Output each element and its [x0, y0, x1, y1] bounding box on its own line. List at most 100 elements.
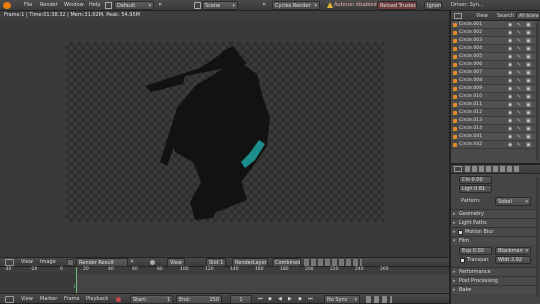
motion-blur-checkbox[interactable] [458, 230, 463, 235]
properties-tab-icons[interactable] [465, 166, 521, 172]
image-close-icon[interactable]: ✕ [130, 258, 134, 266]
render-camera-icon[interactable]: ▣ [526, 38, 531, 44]
menu-marker[interactable]: Marker [40, 295, 57, 303]
render-camera-icon[interactable]: ▣ [526, 102, 531, 108]
list-item[interactable]: Circle.004 ◉ ↖ ▣ [451, 45, 536, 53]
panel-film[interactable]: Film [451, 236, 539, 245]
film-filter-dropdown[interactable]: Blackman [495, 247, 531, 255]
list-item[interactable]: Circle.010 ◉ ↖ ▣ [451, 93, 536, 101]
menu-render[interactable]: Render [40, 1, 58, 9]
list-item[interactable]: Circle.006 ◉ ↖ ▣ [451, 61, 536, 69]
visibility-eye-icon[interactable]: ◉ [508, 54, 512, 60]
scene-icon[interactable] [194, 2, 201, 9]
render-camera-icon[interactable]: ▣ [526, 62, 531, 68]
clamp-indirect-field[interactable]: Ligh 0.81 [459, 185, 492, 193]
record-icon[interactable] [116, 297, 121, 302]
play-reverse-icon[interactable]: ◀ [278, 295, 282, 303]
keying-icons[interactable] [366, 296, 392, 303]
film-exposure-field[interactable]: Exp 0.02 [459, 247, 492, 255]
play-icon[interactable]: ▶ [288, 295, 292, 303]
timeline-ruler[interactable]: -40 -20 0 20 40 60 80 100 120 140 160 18… [0, 267, 449, 274]
select-arrow-icon[interactable]: ↖ [517, 134, 521, 140]
jump-start-icon[interactable]: ⏮ [258, 295, 263, 303]
visibility-eye-icon[interactable]: ◉ [508, 62, 512, 68]
outliner-editor-icon[interactable] [454, 13, 462, 19]
pattern-dropdown[interactable]: Sobol [495, 197, 531, 206]
prev-keyframe-icon[interactable]: ◆ [268, 295, 272, 303]
menu-image[interactable]: Image [40, 258, 56, 266]
render-camera-icon[interactable]: ▣ [526, 30, 531, 36]
list-item[interactable]: Circle.003 ◉ ↖ ▣ [451, 37, 536, 45]
visibility-eye-icon[interactable]: ◉ [508, 70, 512, 76]
list-item[interactable]: Circle.011 ◉ ↖ ▣ [451, 101, 536, 109]
visibility-eye-icon[interactable]: ◉ [508, 134, 512, 140]
visibility-eye-icon[interactable]: ◉ [508, 30, 512, 36]
panel-motion-blur[interactable]: Motion Blur [451, 227, 539, 236]
visibility-eye-icon[interactable]: ◉ [508, 126, 512, 132]
end-frame-field[interactable]: End: 250 [176, 295, 222, 304]
menu-file[interactable]: File [24, 1, 32, 9]
list-item[interactable]: Circle.009 ◉ ↖ ▣ [451, 85, 536, 93]
list-item[interactable]: Circle.002 ◉ ↖ ▣ [451, 29, 536, 37]
render-camera-icon[interactable]: ▣ [526, 134, 531, 140]
menu-window[interactable]: Window [64, 1, 84, 9]
list-item[interactable]: Circle.012 ◉ ↖ ▣ [451, 109, 536, 117]
menu-help[interactable]: Help [89, 1, 100, 9]
select-arrow-icon[interactable]: ↖ [517, 70, 521, 76]
outliner-tab-view[interactable]: View [476, 12, 488, 20]
visibility-eye-icon[interactable]: ◉ [508, 94, 512, 100]
layout-close-icon[interactable]: ✕ [158, 1, 162, 9]
list-item[interactable]: Circle.001 ◉ ↖ ▣ [451, 21, 536, 29]
sync-dropdown[interactable]: No Sync [324, 295, 360, 304]
transparent-checkbox[interactable] [460, 258, 465, 263]
scene-close-icon[interactable]: ✕ [262, 1, 266, 9]
timeline-editor-icon[interactable] [5, 296, 14, 303]
list-item[interactable]: Circle.008 ◉ ↖ ▣ [451, 77, 536, 85]
select-arrow-icon[interactable]: ↖ [517, 126, 521, 132]
list-item[interactable]: Circle.014 ◉ ↖ ▣ [451, 125, 536, 133]
current-frame-line[interactable] [76, 267, 77, 293]
render-camera-icon[interactable]: ▣ [526, 126, 531, 132]
select-arrow-icon[interactable]: ↖ [517, 94, 521, 100]
render-camera-icon[interactable]: ▣ [526, 86, 531, 92]
timeline-area[interactable]: -40 -20 0 20 40 60 80 100 120 140 160 18… [0, 267, 449, 293]
render-camera-icon[interactable]: ▣ [526, 54, 531, 60]
next-keyframe-icon[interactable]: ◆ [298, 295, 302, 303]
jump-end-icon[interactable]: ⏭ [308, 295, 313, 303]
outliner-tab-search[interactable]: Search [497, 12, 514, 20]
visibility-eye-icon[interactable]: ◉ [508, 102, 512, 108]
menu-playback[interactable]: Playback [86, 295, 108, 303]
clamp-direct-field[interactable]: Clo 0.00 [459, 176, 492, 184]
properties-scrollbar[interactable] [536, 177, 539, 297]
render-camera-icon[interactable]: ▣ [526, 118, 531, 124]
list-item[interactable]: Circle.005 ◉ ↖ ▣ [451, 53, 536, 61]
select-arrow-icon[interactable]: ↖ [517, 46, 521, 52]
panel-geometry[interactable]: Geometry [451, 209, 539, 218]
render-camera-icon[interactable]: ▣ [526, 70, 531, 76]
visibility-eye-icon[interactable]: ◉ [508, 22, 512, 28]
visibility-eye-icon[interactable]: ◉ [508, 78, 512, 84]
outliner-list[interactable]: Circle.001 ◉ ↖ ▣ Circle.002 ◉ ↖ ▣ Circle.003 ◉ ↖… [451, 21, 536, 163]
panel-light-paths[interactable]: Light Paths [451, 218, 539, 227]
select-arrow-icon[interactable]: ↖ [517, 102, 521, 108]
select-arrow-icon[interactable]: ↖ [517, 22, 521, 28]
filter-width-field[interactable]: Widt 2.92 [495, 256, 531, 264]
pin-icon[interactable] [150, 260, 155, 265]
panel-post-processing[interactable]: Post Processing [451, 276, 539, 285]
image-editor-area[interactable] [0, 20, 449, 257]
list-item[interactable]: Circle.013 ◉ ↖ ▣ [451, 117, 536, 125]
select-arrow-icon[interactable]: ↖ [517, 110, 521, 116]
select-arrow-icon[interactable]: ↖ [517, 142, 521, 148]
visibility-eye-icon[interactable]: ◉ [508, 118, 512, 124]
outliner-scrollbar[interactable] [536, 23, 539, 161]
blender-logo-icon[interactable] [3, 2, 11, 9]
image-browse-icon[interactable] [67, 259, 74, 266]
render-camera-icon[interactable]: ▣ [526, 94, 531, 100]
properties-editor-icon[interactable] [454, 166, 462, 172]
render-camera-icon[interactable]: ▣ [526, 46, 531, 52]
select-arrow-icon[interactable]: ↖ [517, 86, 521, 92]
list-item[interactable]: Circle.007 ◉ ↖ ▣ [451, 69, 536, 77]
select-arrow-icon[interactable]: ↖ [517, 30, 521, 36]
render-camera-icon[interactable]: ▣ [526, 110, 531, 116]
reload-trusted-button[interactable]: Reload Trusted [377, 1, 417, 10]
